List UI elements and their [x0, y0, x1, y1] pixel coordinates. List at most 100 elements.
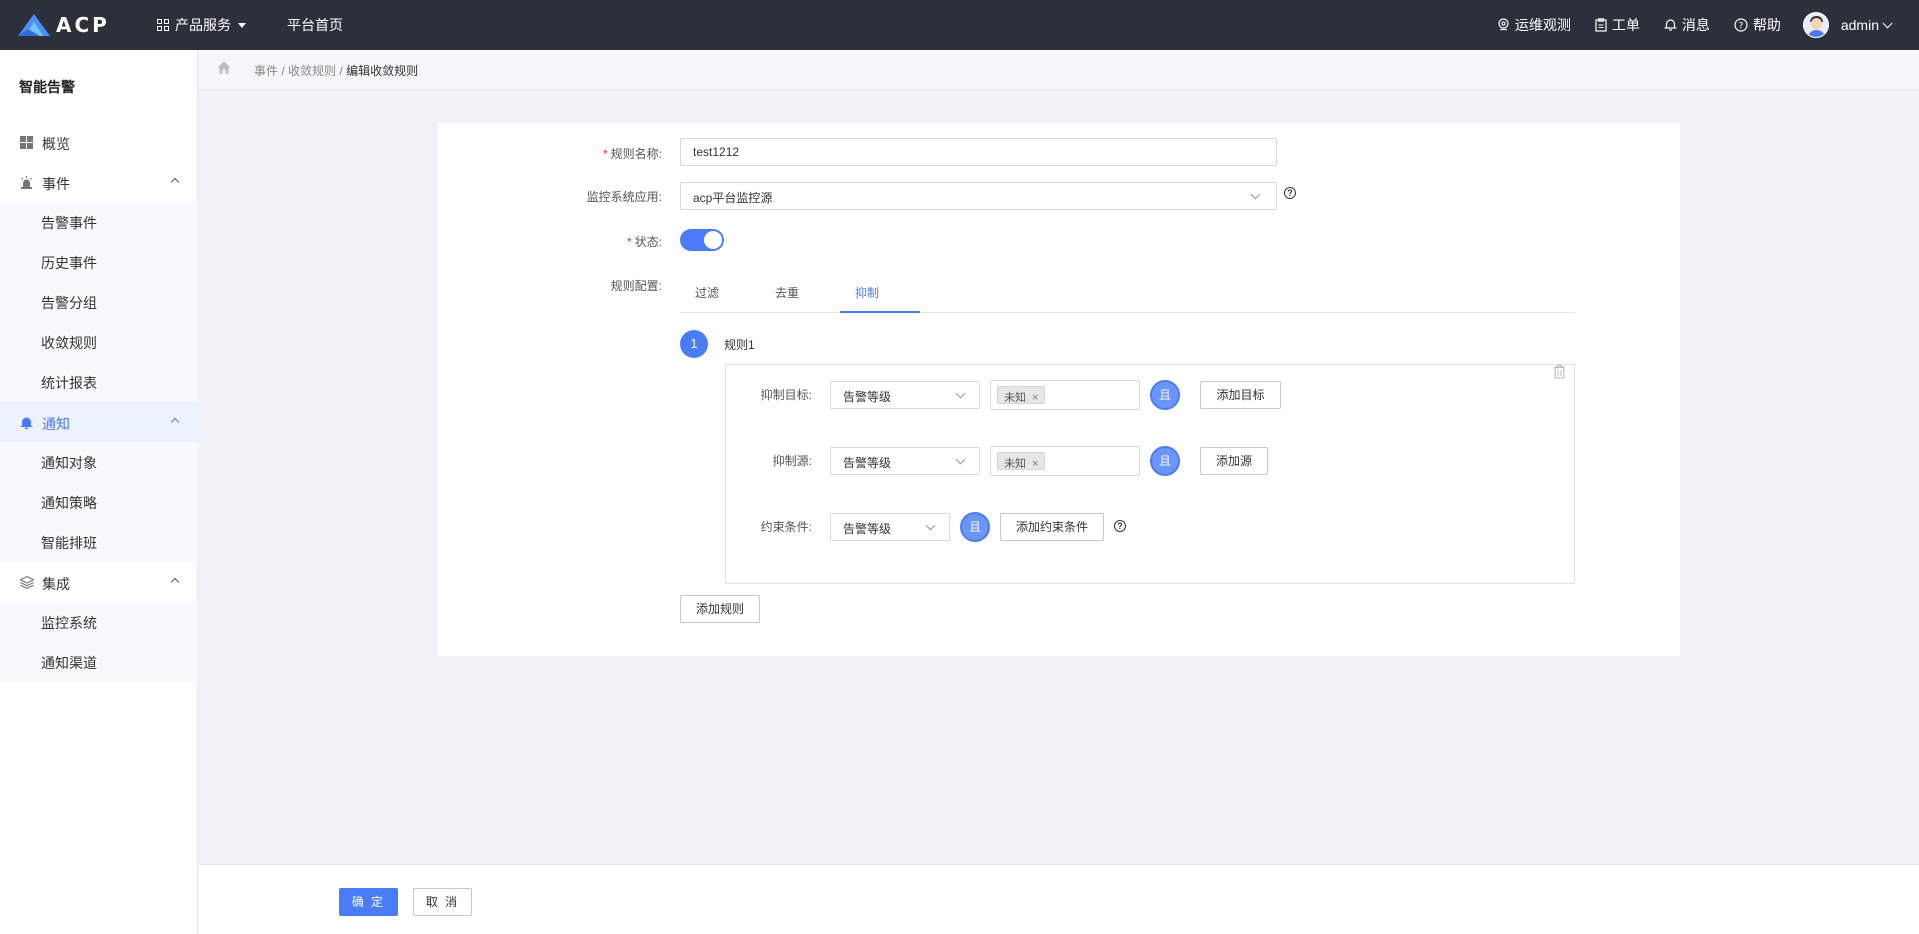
- platform-home-link[interactable]: 平台首页: [287, 0, 343, 50]
- question-circle-icon[interactable]: ?: [1114, 520, 1126, 532]
- breadcrumb-current: 编辑收敛规则: [346, 64, 419, 78]
- tab-dedupe[interactable]: 去重: [775, 284, 799, 301]
- bell-icon: [1664, 19, 1677, 31]
- work-order-label: 工单: [1611, 17, 1640, 33]
- user-avatar[interactable]: [1802, 12, 1829, 38]
- layers-icon: [20, 576, 34, 589]
- username: admin: [1840, 17, 1879, 33]
- toggle-knob: [704, 231, 722, 249]
- add-source-button[interactable]: 添加源: [1200, 447, 1268, 475]
- breadcrumb-item-events[interactable]: 事件: [254, 64, 278, 78]
- sidebar-group-events[interactable]: 事件: [0, 162, 198, 202]
- suppress-source-label: 抑制源:: [772, 454, 812, 468]
- work-order-link[interactable]: 工单: [1595, 15, 1640, 35]
- rule-config-label: 规则配置:: [610, 279, 662, 293]
- chevron-up-icon: [170, 417, 180, 427]
- required-mark: *: [626, 235, 632, 249]
- messages-link[interactable]: 消息: [1664, 15, 1710, 35]
- product-services-label: 产品服务: [175, 17, 231, 33]
- sidebar-item-notify-targets[interactable]: 通知对象: [41, 453, 97, 473]
- tab-suppress[interactable]: 抑制: [855, 284, 879, 301]
- integration-submenu: [0, 602, 198, 682]
- footer-bar: 确 定 取 消: [199, 864, 1919, 934]
- events-submenu: [0, 202, 198, 402]
- sidebar-item-history-events[interactable]: 历史事件: [41, 253, 97, 273]
- sidebar-group-notify[interactable]: 通知: [0, 402, 198, 442]
- user-menu[interactable]: admin: [1840, 17, 1893, 33]
- logo-text: ACP: [56, 13, 110, 37]
- chevron-down-icon: [1882, 18, 1893, 28]
- dashboard-icon: [20, 136, 33, 149]
- breadcrumb-separator: /: [281, 64, 285, 78]
- and-operator-button[interactable]: 且: [960, 512, 990, 542]
- tabs-divider: [680, 312, 1575, 313]
- close-icon[interactable]: ×: [1032, 458, 1038, 470]
- bell-icon: [20, 417, 33, 429]
- add-target-button[interactable]: 添加目标: [1200, 381, 1281, 409]
- sidebar-title: 智能告警: [19, 79, 75, 95]
- sidebar-item-smart-schedule[interactable]: 智能排班: [41, 533, 97, 553]
- status-label: * 状态:: [626, 235, 662, 249]
- ops-observe-label: 运维观测: [1514, 17, 1571, 33]
- notify-submenu: [0, 442, 198, 562]
- svg-text:?: ?: [1738, 21, 1743, 31]
- clipboard-icon: [1595, 18, 1607, 32]
- sidebar-item-alert-events[interactable]: 告警事件: [41, 213, 97, 233]
- sidebar-group-label: 集成: [42, 576, 70, 592]
- confirm-button[interactable]: 确 定: [339, 888, 398, 916]
- sidebar-group-integration[interactable]: 集成: [0, 562, 198, 602]
- sidebar-item-convergence-rules[interactable]: 收敛规则: [41, 333, 97, 353]
- suppress-target-label: 抑制目标:: [760, 388, 812, 402]
- constraint-label: 约束条件:: [760, 520, 812, 534]
- breadcrumb: 事件 / 收敛规则 / 编辑收敛规则: [199, 50, 1919, 90]
- rule-name-label: * 规则名称:: [602, 147, 662, 161]
- sidebar-group-label: 通知: [42, 416, 70, 432]
- rule-index-badge: 1: [680, 330, 708, 358]
- rule-title: 规则1: [724, 338, 755, 352]
- status-toggle[interactable]: [680, 229, 724, 251]
- and-operator-button[interactable]: 且: [1150, 446, 1180, 476]
- ops-observe-link[interactable]: 运维观测: [1497, 15, 1571, 35]
- home-icon[interactable]: [217, 61, 231, 74]
- monitor-app-select[interactable]: acp平台监控源: [680, 182, 1277, 210]
- rule-name-input[interactable]: test1212: [680, 138, 1277, 166]
- sidebar-item-monitor-systems[interactable]: 监控系统: [41, 613, 97, 633]
- header-actions: 运维观测 工单 消息 ? 帮助 admin: [1473, 0, 1893, 50]
- help-label: 帮助: [1752, 17, 1781, 33]
- sidebar-item-notify-policies[interactable]: 通知策略: [41, 493, 97, 513]
- suppress-target-tag: 未知 ×: [997, 386, 1046, 404]
- chevron-up-icon: [170, 177, 180, 187]
- messages-label: 消息: [1681, 17, 1710, 33]
- tab-filter[interactable]: 过滤: [695, 284, 719, 301]
- alarm-light-icon: [21, 176, 32, 189]
- logo-icon: [18, 14, 50, 36]
- product-services-menu[interactable]: 产品服务: [157, 0, 246, 50]
- top-navbar: ACP 产品服务 平台首页 运维观测 工单 消息 ? 帮助 admin: [0, 0, 1919, 50]
- breadcrumb-trail: 事件 / 收敛规则 / 编辑收敛规则: [254, 62, 418, 79]
- question-circle-icon[interactable]: ?: [1284, 187, 1296, 199]
- sidebar: 智能告警 概览 事件 告警事件 历史事件 告警分组 收敛规则 统计报表 通知 通…: [0, 50, 198, 934]
- chevron-up-icon: [170, 577, 180, 587]
- breadcrumb-item-rules[interactable]: 收敛规则: [288, 64, 336, 78]
- sidebar-item-alert-groups[interactable]: 告警分组: [41, 293, 97, 313]
- apps-grid-icon: [157, 19, 169, 31]
- sidebar-group-label: 事件: [42, 176, 70, 192]
- help-link[interactable]: ? 帮助: [1734, 15, 1781, 35]
- question-circle-icon: ?: [1734, 18, 1748, 32]
- caret-down-icon: [238, 22, 246, 28]
- trash-icon[interactable]: [1553, 364, 1566, 379]
- cancel-button[interactable]: 取 消: [413, 888, 472, 916]
- monitor-app-label: 监控系统应用:: [586, 190, 662, 204]
- tab-active-indicator: [840, 311, 920, 313]
- sidebar-item-notify-channels[interactable]: 通知渠道: [41, 653, 97, 673]
- breadcrumb-separator: /: [339, 64, 343, 78]
- logo[interactable]: ACP: [18, 12, 110, 38]
- location-pin-icon: [1498, 18, 1509, 31]
- and-operator-button[interactable]: 且: [1150, 380, 1180, 410]
- close-icon[interactable]: ×: [1032, 392, 1038, 404]
- sidebar-item-overview[interactable]: 概览: [0, 122, 198, 162]
- add-constraint-button[interactable]: 添加约束条件: [1000, 513, 1104, 541]
- add-rule-button[interactable]: 添加规则: [680, 595, 760, 623]
- sidebar-item-reports[interactable]: 统计报表: [41, 373, 97, 393]
- required-mark: *: [602, 147, 608, 161]
